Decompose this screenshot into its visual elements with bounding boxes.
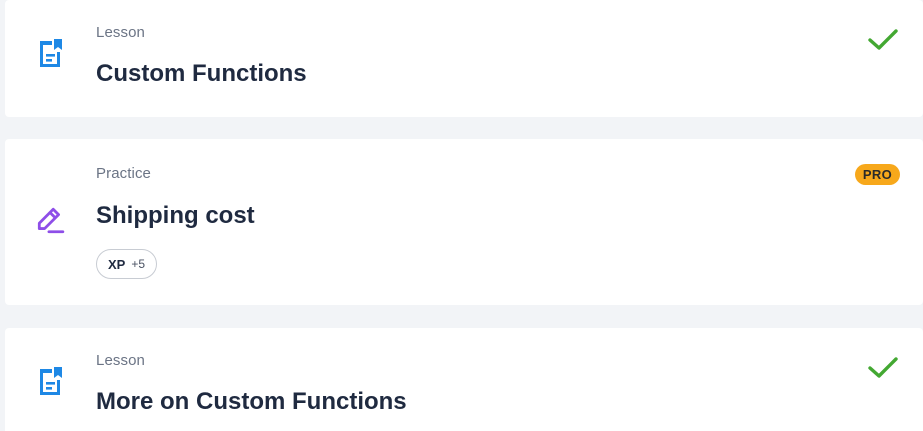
checkmark-icon (868, 29, 898, 50)
xp-value: +5 (131, 257, 146, 271)
lesson-document-icon (40, 39, 62, 67)
pro-badge: PRO (854, 164, 900, 185)
practice-card-shipping-cost[interactable]: Practice Shipping cost PRO XP +5 (5, 139, 923, 305)
practice-pencil-icon (37, 207, 65, 234)
lesson-document-icon (40, 367, 62, 395)
checkmark-icon (868, 357, 898, 378)
item-title[interactable]: Custom Functions (96, 60, 307, 88)
item-title[interactable]: More on Custom Functions (96, 388, 407, 416)
item-kind-label: Practice (96, 165, 151, 182)
item-kind-label: Lesson (96, 24, 145, 41)
item-title[interactable]: Shipping cost (96, 202, 255, 230)
xp-reward-chip: XP +5 (96, 249, 158, 279)
lesson-card-more-on-custom-functions[interactable]: Lesson More on Custom Functions (5, 328, 923, 431)
item-kind-label: Lesson (96, 352, 145, 369)
xp-label: XP (108, 256, 126, 272)
lesson-card-custom-functions[interactable]: Lesson Custom Functions (5, 0, 923, 117)
